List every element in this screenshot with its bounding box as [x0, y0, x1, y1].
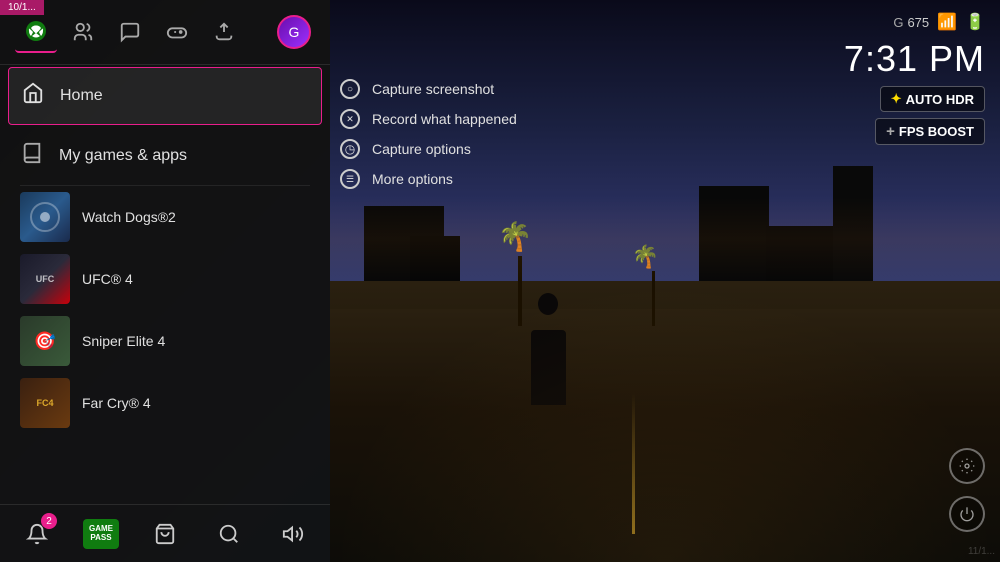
watermark: 10/1...	[0, 0, 44, 15]
sniper-label: Sniper Elite 4	[82, 333, 165, 349]
nav-xbox-button[interactable]	[15, 11, 57, 53]
sniper-thumbnail: 🎯	[20, 316, 70, 366]
audio-button[interactable]	[261, 505, 325, 562]
capture-options-label: Capture options	[372, 141, 471, 157]
hud-points: 675	[907, 15, 929, 30]
speaker-icon	[282, 523, 304, 545]
capture-screenshot-label: Capture screenshot	[372, 81, 494, 97]
bottom-watermark: 11/1...	[968, 546, 995, 557]
nav-share-button[interactable]	[203, 11, 245, 53]
settings-circle-button[interactable]	[949, 448, 985, 484]
controller-icon	[166, 21, 188, 43]
record-happened-item[interactable]: ✕ Record what happened	[340, 105, 517, 133]
hud-points-area: G 675	[893, 15, 929, 30]
capture-options-icon: ◷	[340, 139, 360, 159]
capture-options-item[interactable]: ◷ Capture options	[340, 135, 517, 163]
home-label: Home	[60, 87, 103, 105]
profile-initial: G	[289, 24, 300, 40]
record-icon: ✕	[340, 109, 360, 129]
search-button[interactable]	[197, 505, 261, 562]
record-happened-label: Record what happened	[372, 111, 517, 127]
home-icon	[21, 82, 45, 110]
farcry-thumbnail: FC4	[20, 378, 70, 428]
capture-screenshot-icon: ○	[340, 79, 360, 99]
auto-hdr-label: AUTO HDR	[906, 92, 974, 107]
more-options-item[interactable]: ☰ More options	[340, 165, 517, 193]
capture-screenshot-item[interactable]: ○ Capture screenshot	[340, 75, 517, 103]
hud-bottom-right	[949, 448, 985, 532]
store-icon	[154, 523, 176, 545]
signal-icon: 📶	[937, 12, 957, 32]
xbox-g-icon: G	[893, 15, 903, 30]
nav-profile-button[interactable]: G	[273, 11, 315, 53]
battery-icon: 🔋	[965, 12, 985, 32]
sidebar: G Home My games & apps	[0, 0, 330, 562]
more-options-label: More options	[372, 171, 453, 187]
share-icon	[213, 21, 235, 43]
menu-item-home[interactable]: Home	[8, 67, 322, 125]
hud-status-row: G 675 📶 🔋	[893, 12, 985, 32]
hud-top-right: G 675 📶 🔋 7:31 PM ✦ AUTO HDR + FPS BOOST	[844, 12, 985, 145]
power-circle-button[interactable]	[949, 496, 985, 532]
farcry-label: Far Cry® 4	[82, 395, 151, 411]
more-options-icon: ☰	[340, 169, 360, 189]
fps-boost-label: FPS BOOST	[899, 124, 974, 139]
hud-time: 7:31 PM	[844, 38, 985, 80]
top-nav: G	[0, 0, 330, 65]
notifications-button[interactable]: 2	[5, 505, 69, 562]
nav-controller-button[interactable]	[156, 11, 198, 53]
gamepass-button[interactable]: GAME PASS	[69, 505, 133, 562]
menu-item-games[interactable]: My games & apps	[0, 127, 330, 185]
watchdogs-label: Watch Dogs®2	[82, 209, 176, 225]
ufc-thumbnail: UFC	[20, 254, 70, 304]
library-icon	[20, 142, 44, 170]
gamepass-line2: PASS	[90, 534, 111, 543]
game-item-watchdogs[interactable]: Watch Dogs®2	[0, 186, 330, 248]
people-icon	[72, 21, 94, 43]
sun-icon: ✦	[891, 91, 902, 107]
store-button[interactable]	[133, 505, 197, 562]
plus-icon: +	[886, 123, 895, 140]
search-icon	[218, 523, 240, 545]
games-label: My games & apps	[59, 147, 187, 165]
chat-icon	[119, 21, 141, 43]
fps-boost-badge[interactable]: + FPS BOOST	[875, 118, 985, 145]
notification-badge: 2	[41, 513, 57, 529]
ufc-label: UFC® 4	[82, 271, 133, 287]
context-menu: ○ Capture screenshot ✕ Record what happe…	[340, 75, 517, 193]
power-icon	[959, 506, 975, 522]
watchdogs-thumbnail	[20, 192, 70, 242]
auto-hdr-badge[interactable]: ✦ AUTO HDR	[880, 86, 985, 112]
ambient-glow	[330, 281, 1000, 562]
profile-avatar: G	[277, 15, 311, 49]
bottom-nav: 2 GAME PASS	[0, 504, 330, 562]
game-item-sniper[interactable]: 🎯 Sniper Elite 4	[0, 310, 330, 372]
game-item-farcry[interactable]: FC4 Far Cry® 4	[0, 372, 330, 434]
game-item-ufc[interactable]: UFC UFC® 4	[0, 248, 330, 310]
nav-people-button[interactable]	[62, 11, 104, 53]
xbox-icon	[25, 20, 47, 42]
city-glow	[330, 197, 1000, 281]
menu-section: Home My games & apps Watch Do	[0, 65, 330, 504]
gamepass-badge: GAME PASS	[83, 519, 119, 549]
nav-chat-button[interactable]	[109, 11, 151, 53]
settings-icon	[959, 458, 975, 474]
